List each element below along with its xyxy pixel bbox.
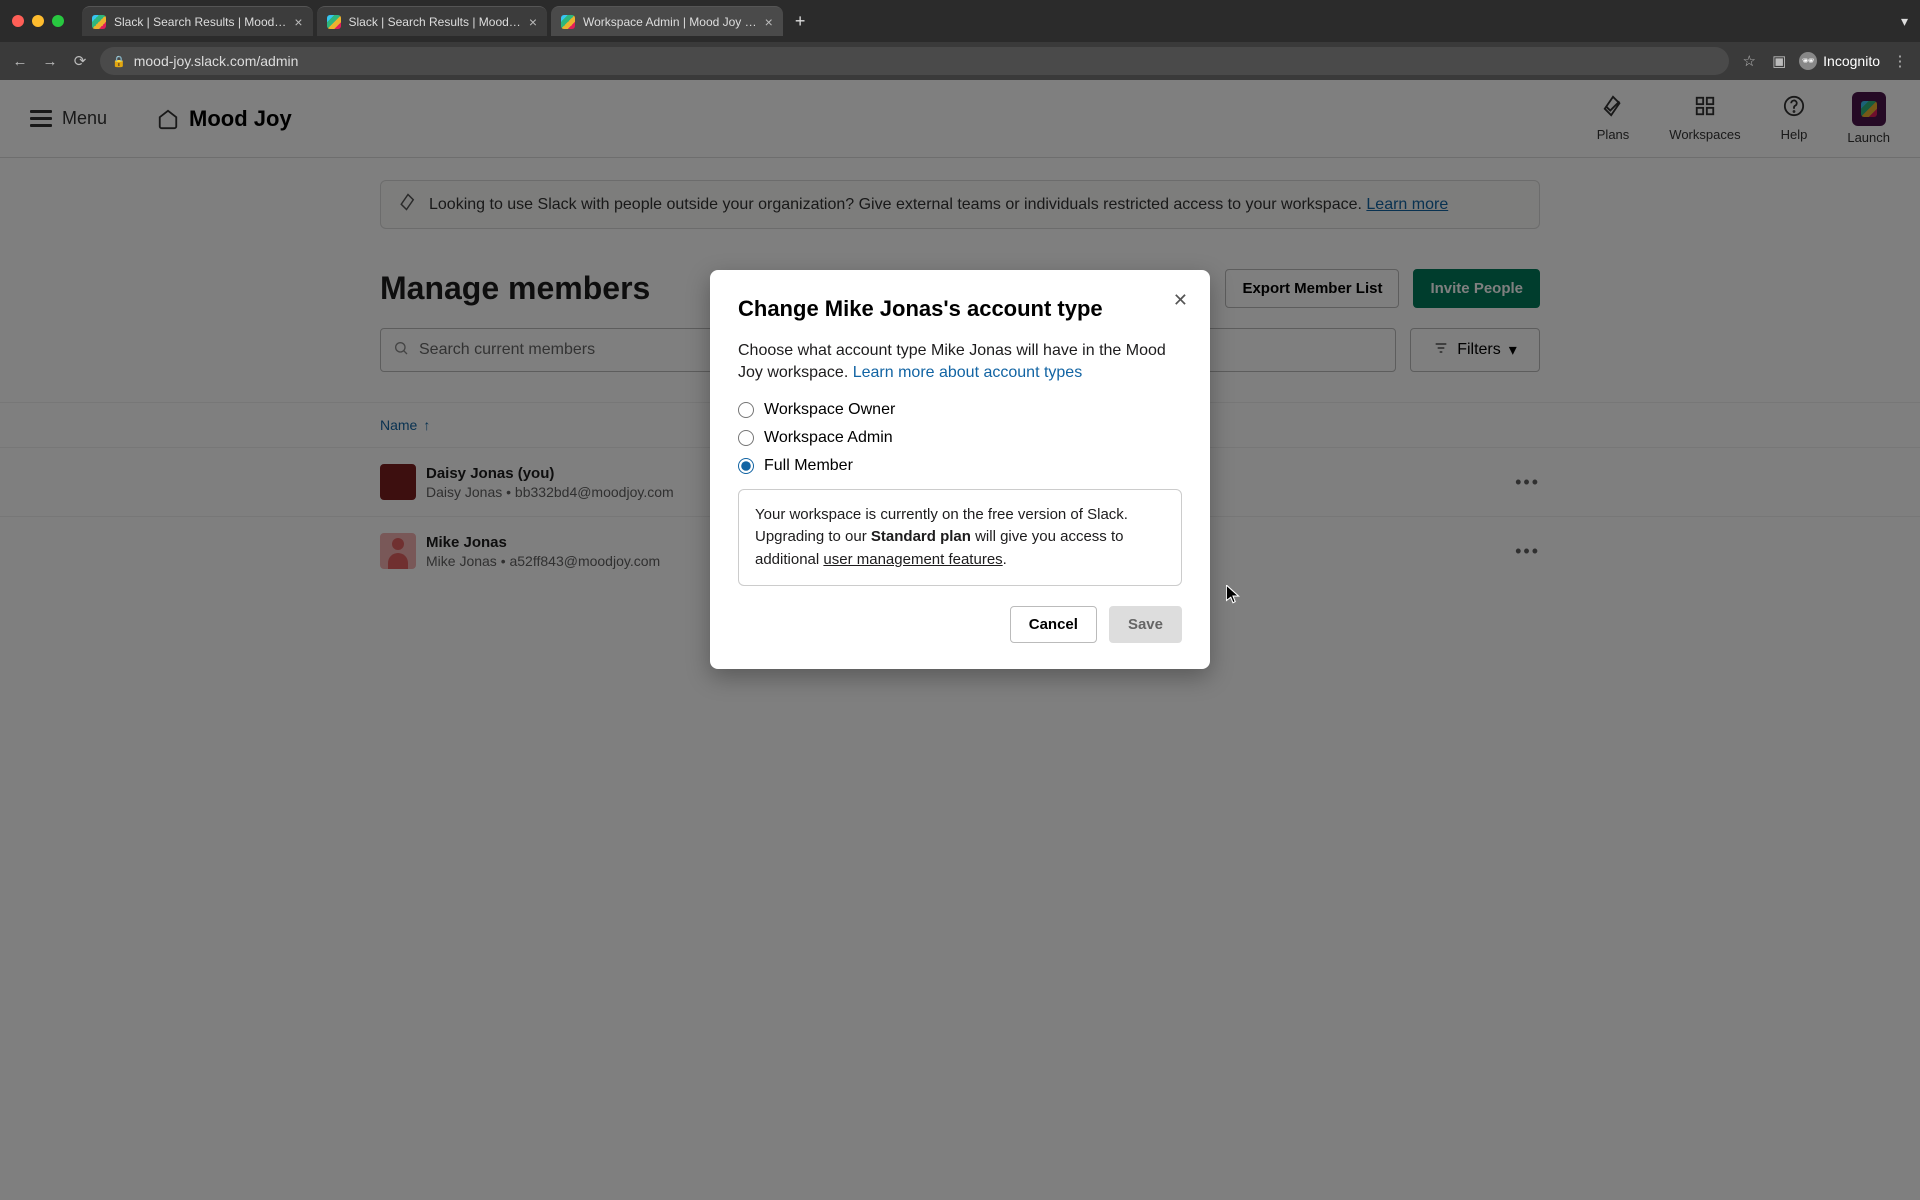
user-management-features-link[interactable]: user management features <box>823 551 1002 568</box>
save-button[interactable]: Save <box>1109 606 1182 643</box>
star-icon[interactable]: ☆ <box>1739 52 1759 70</box>
new-tab-button[interactable]: + <box>795 11 806 32</box>
window-close-icon[interactable] <box>12 15 24 27</box>
radio-workspace-owner[interactable]: Workspace Owner <box>738 401 1182 419</box>
window-min-icon[interactable] <box>32 15 44 27</box>
modal-title: Change Mike Jonas's account type <box>738 296 1182 322</box>
url-input[interactable]: 🔒 mood-joy.slack.com/admin <box>100 47 1729 75</box>
radio-workspace-admin[interactable]: Workspace Admin <box>738 429 1182 447</box>
tab-title: Slack | Search Results | Mood… <box>349 15 521 29</box>
incognito-icon: 🕶 <box>1799 52 1817 70</box>
panel-icon[interactable]: ▣ <box>1769 52 1789 70</box>
radio-label: Workspace Owner <box>764 401 895 419</box>
reload-icon[interactable]: ⟳ <box>70 52 90 70</box>
tab-title: Slack | Search Results | Mood… <box>114 15 286 29</box>
learn-more-account-types-link[interactable]: Learn more about account types <box>853 364 1082 381</box>
account-type-radio-group: Workspace Owner Workspace Admin Full Mem… <box>738 401 1182 475</box>
cancel-button[interactable]: Cancel <box>1010 606 1097 643</box>
radio-full-member[interactable]: Full Member <box>738 457 1182 475</box>
change-account-type-modal: Change Mike Jonas's account type ✕ Choos… <box>710 270 1210 669</box>
browser-tab[interactable]: Slack | Search Results | Mood… × <box>317 6 548 36</box>
modal-overlay[interactable]: Change Mike Jonas's account type ✕ Choos… <box>0 80 1920 1200</box>
radio-input[interactable] <box>738 402 754 418</box>
modal-close-button[interactable]: ✕ <box>1173 290 1188 311</box>
browser-tab-active[interactable]: Workspace Admin | Mood Joy … × <box>551 6 783 36</box>
slack-favicon-icon <box>327 15 341 29</box>
window-controls <box>12 15 64 27</box>
browser-url-bar: ← → ⟳ 🔒 mood-joy.slack.com/admin ☆ ▣ 🕶 I… <box>0 42 1920 80</box>
slack-favicon-icon <box>561 15 575 29</box>
url-text: mood-joy.slack.com/admin <box>134 53 299 69</box>
tab-close-icon[interactable]: × <box>294 14 302 30</box>
browser-tab-bar: Slack | Search Results | Mood… × Slack |… <box>0 0 1920 42</box>
modal-description: Choose what account type Mike Jonas will… <box>738 340 1182 385</box>
window-max-icon[interactable] <box>52 15 64 27</box>
tab-close-icon[interactable]: × <box>765 14 773 30</box>
tabs-overflow-icon[interactable]: ▾ <box>1901 13 1908 30</box>
incognito-indicator[interactable]: 🕶 Incognito <box>1799 52 1880 70</box>
incognito-label: Incognito <box>1823 53 1880 69</box>
radio-label: Workspace Admin <box>764 429 893 447</box>
back-icon[interactable]: ← <box>10 53 30 70</box>
radio-input[interactable] <box>738 430 754 446</box>
lock-icon: 🔒 <box>112 55 126 68</box>
tab-close-icon[interactable]: × <box>529 14 537 30</box>
upgrade-notice: Your workspace is currently on the free … <box>738 489 1182 587</box>
radio-label: Full Member <box>764 457 853 475</box>
browser-tab[interactable]: Slack | Search Results | Mood… × <box>82 6 313 36</box>
kebab-menu-icon[interactable]: ⋮ <box>1890 52 1910 70</box>
tab-title: Workspace Admin | Mood Joy … <box>583 15 757 29</box>
slack-favicon-icon <box>92 15 106 29</box>
forward-icon[interactable]: → <box>40 53 60 70</box>
radio-input[interactable] <box>738 458 754 474</box>
